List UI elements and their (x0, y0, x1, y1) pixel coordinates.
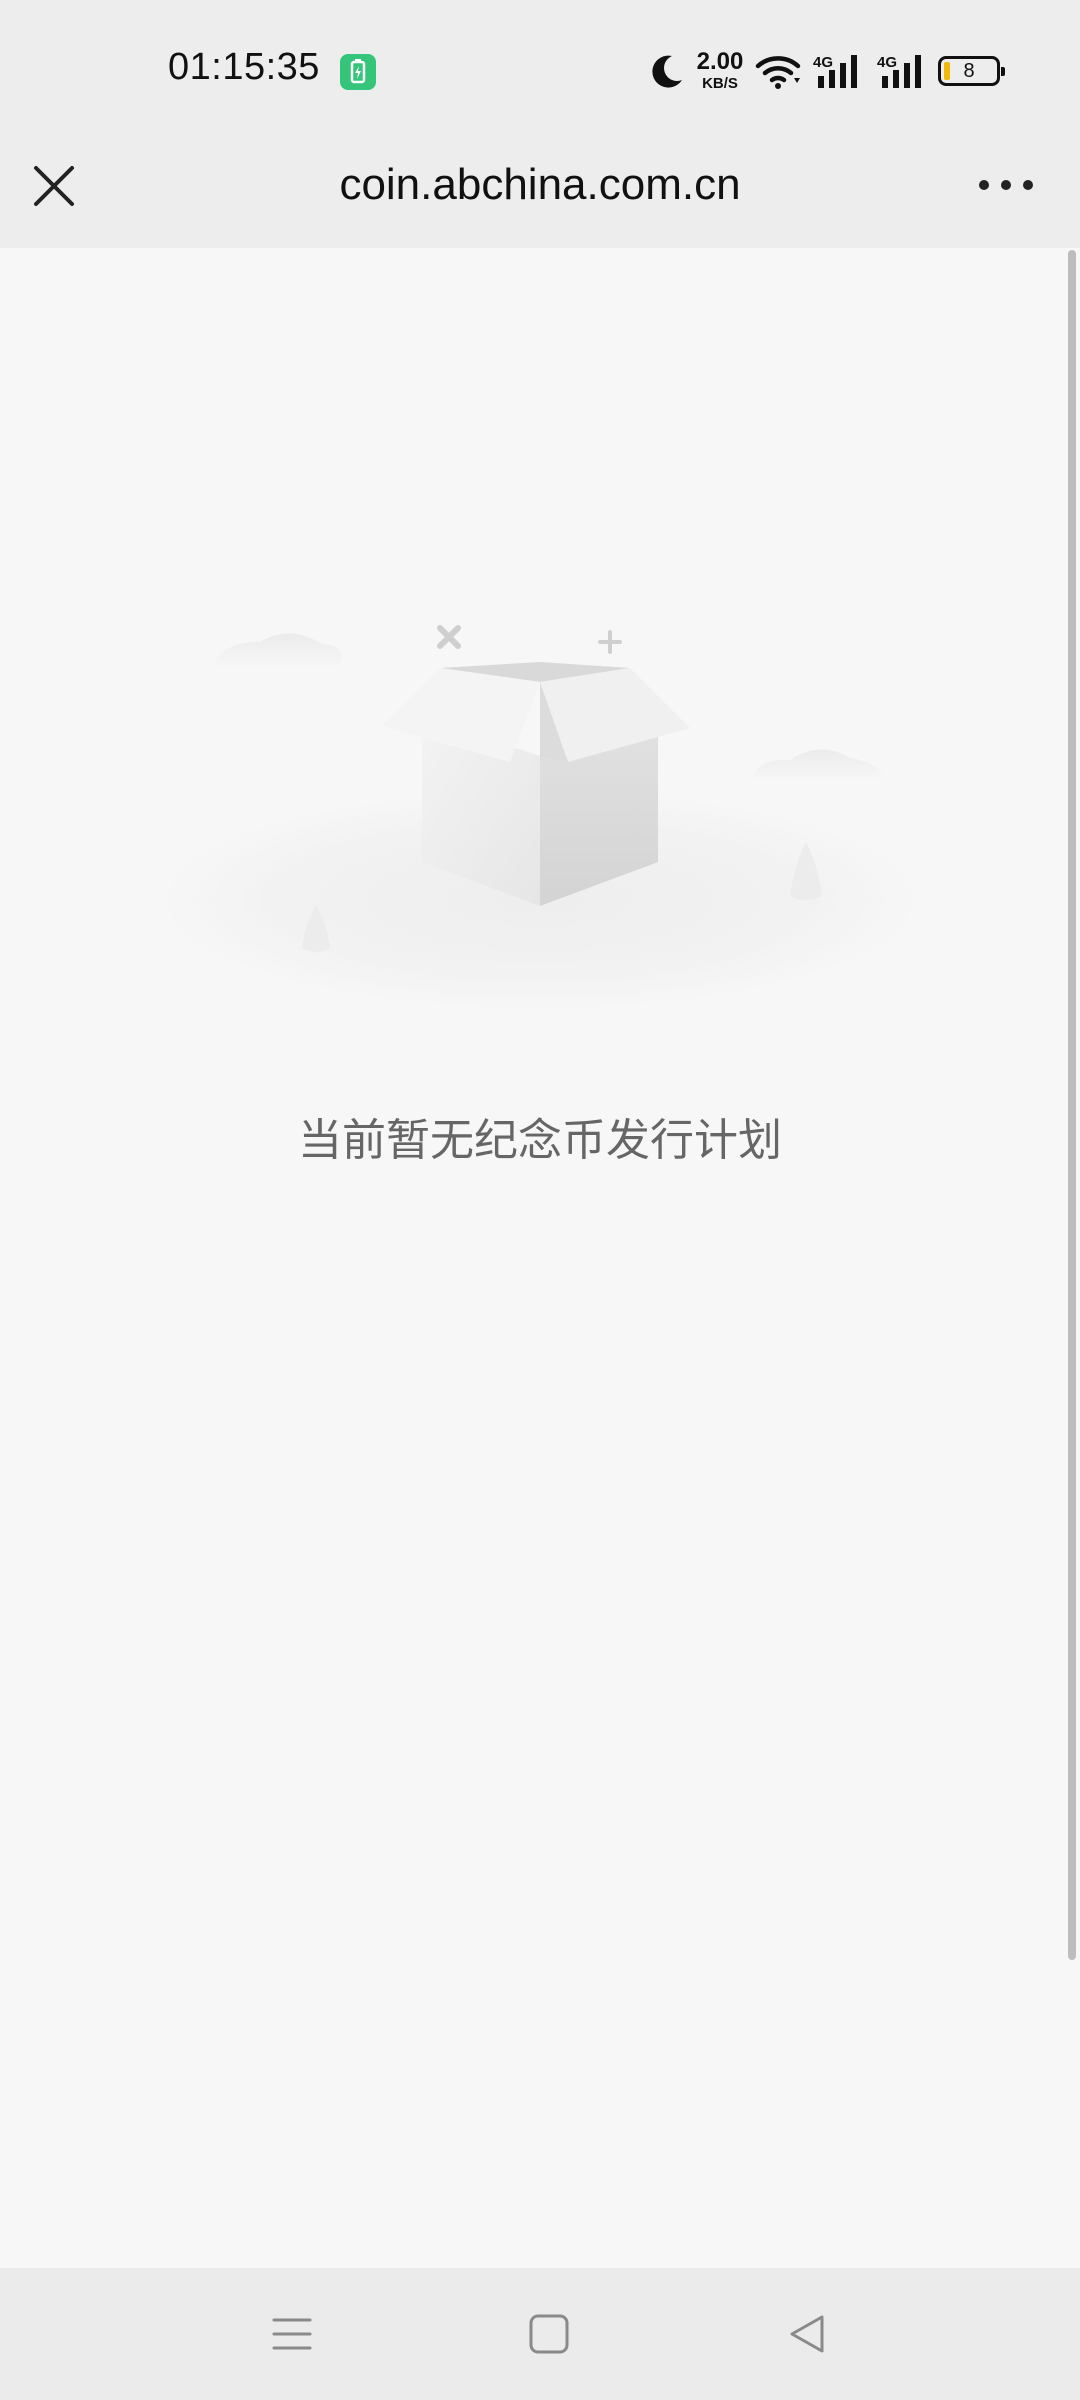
home-button[interactable] (520, 2308, 580, 2360)
battery-level: 8 (963, 60, 975, 82)
status-bar: 01:15:35 2.00 KB/S 4G 4G 8 (0, 0, 1080, 140)
page-title: coin.abchina.com.cn (339, 160, 741, 209)
status-time: 01:15:35 (168, 46, 320, 88)
network-speed-unit: KB/S (702, 75, 738, 92)
battery-charging-icon (340, 54, 376, 90)
network-speed-value: 2.00 (696, 48, 744, 75)
network-type-1: 4G (813, 54, 833, 71)
back-button[interactable] (778, 2308, 838, 2360)
close-button[interactable] (22, 150, 86, 222)
close-icon (34, 166, 74, 206)
empty-box-icon (160, 625, 920, 1010)
menu-icon (272, 2318, 312, 2350)
cellular-signal-1: 4G (812, 52, 864, 94)
battery-icon: 8 (938, 56, 1005, 86)
empty-state-message: 当前暂无纪念币发行计划 (298, 1115, 782, 1166)
more-button[interactable] (966, 160, 1046, 210)
cellular-signal-2: 4G (876, 52, 928, 94)
home-icon (529, 2314, 569, 2354)
network-type-2: 4G (877, 54, 897, 71)
network-speed: 2.00 KB/S (694, 48, 746, 92)
more-icon (979, 180, 1033, 190)
wifi-icon (755, 56, 801, 89)
do-not-disturb-icon (652, 55, 682, 88)
recent-apps-button[interactable] (262, 2308, 322, 2360)
back-icon (790, 2315, 824, 2353)
